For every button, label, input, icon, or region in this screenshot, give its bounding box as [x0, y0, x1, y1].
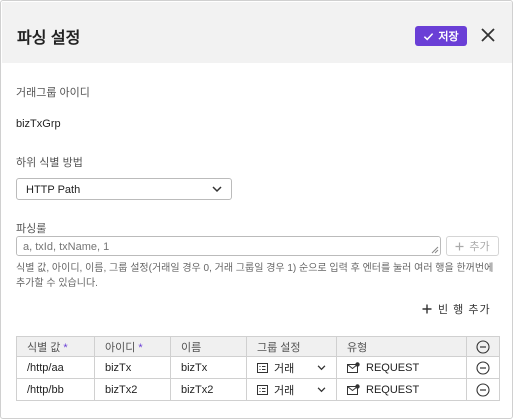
minus-circle-icon[interactable] — [476, 339, 490, 354]
save-button-label: 저장 — [438, 31, 459, 43]
list-icon — [257, 384, 268, 395]
sub-id-method-value: HTTP Path — [26, 184, 81, 196]
chevron-down-icon — [317, 386, 326, 392]
group-setting-select[interactable]: 거래 — [257, 382, 326, 398]
col-name: 이름 — [170, 336, 247, 357]
sub-id-method-select[interactable]: HTTP Path — [16, 178, 232, 200]
add-button[interactable]: 추가 — [446, 236, 499, 256]
col-group-setting: 그룹 설정 — [246, 336, 337, 357]
row-remove — [466, 356, 500, 379]
parsing-rule-input[interactable] — [16, 236, 441, 256]
type-content: REQUEST — [347, 384, 456, 396]
table-header-row: 식별 값 * 아이디 * 이름 그룹 설정 유형 — [16, 336, 500, 357]
help-text: 식별 값, 아이디, 이름, 그룹 설정(거래일 경우 0, 거래 그룹일 경우… — [16, 263, 494, 289]
check-icon — [424, 32, 434, 40]
col-id-label: 아이디 — [105, 341, 136, 354]
col-id-value-label: 식별 값 — [27, 341, 61, 354]
row-group-setting[interactable]: 거래 — [246, 356, 337, 379]
row-group-setting[interactable]: 거래 — [246, 378, 337, 401]
row-id-value[interactable]: /http/aa — [16, 356, 95, 379]
required-mark: * — [138, 341, 143, 354]
group-setting-select[interactable]: 거래 — [257, 360, 326, 376]
parsing-table: 식별 값 * 아이디 * 이름 그룹 설정 유형 /http/aa bizTx bi… — [16, 336, 500, 401]
chevron-down-icon — [212, 186, 222, 193]
plus-icon — [455, 242, 464, 250]
group-id-label: 거래그룹 아이디 — [16, 87, 90, 99]
save-button[interactable]: 저장 — [415, 26, 467, 46]
group-setting-value: 거래 — [274, 384, 295, 397]
row-id-value[interactable]: /http/bb — [16, 378, 95, 401]
group-id-value: bizTxGrp — [16, 118, 61, 130]
row-name[interactable]: bizTx2 — [170, 378, 247, 401]
parsing-settings-dialog: 파싱 설정 저장 거래그룹 아이디 bizTxGrp 하위 식별 방법 HTTP… — [0, 0, 513, 419]
col-type: 유형 — [336, 336, 467, 357]
resize-grip-icon[interactable] — [431, 246, 439, 254]
type-value: REQUEST — [366, 361, 420, 374]
minus-circle-icon[interactable] — [476, 360, 490, 375]
row-id[interactable]: bizTx2 — [94, 378, 171, 401]
mail-icon — [347, 384, 360, 395]
add-empty-row-button[interactable]: 빈 행 추가 — [422, 301, 491, 317]
chevron-down-icon — [317, 364, 326, 370]
close-icon[interactable] — [480, 27, 496, 43]
col-remove — [466, 336, 500, 357]
col-id-value: 식별 값 * — [16, 336, 95, 357]
group-setting-value: 거래 — [274, 362, 295, 375]
dialog-header: 파싱 설정 저장 — [2, 2, 512, 63]
required-mark: * — [63, 341, 68, 354]
row-type: REQUEST — [336, 378, 467, 401]
row-remove — [466, 378, 500, 401]
type-value: REQUEST — [366, 383, 420, 396]
list-icon — [257, 362, 268, 373]
col-id: 아이디 * — [94, 336, 171, 357]
row-id[interactable]: bizTx — [94, 356, 171, 379]
plus-icon — [422, 304, 432, 314]
group-setting-content: 거래 — [257, 382, 294, 398]
add-empty-row-label: 빈 행 추가 — [438, 304, 491, 316]
sub-id-method-label: 하위 식별 방법 — [16, 157, 83, 169]
type-content: REQUEST — [347, 362, 456, 374]
dialog-title: 파싱 설정 — [17, 30, 81, 47]
row-name[interactable]: bizTx — [170, 356, 247, 379]
table-row[interactable]: /http/aa bizTx bizTx 거래 REQUEST — [16, 356, 500, 379]
row-type: REQUEST — [336, 356, 467, 379]
parsing-rule-label: 파싱룰 — [16, 223, 47, 235]
group-setting-content: 거래 — [257, 360, 294, 376]
table-row[interactable]: /http/bb bizTx2 bizTx2 거래 REQUEST — [16, 378, 500, 401]
mail-icon — [347, 362, 360, 373]
minus-circle-icon[interactable] — [476, 382, 490, 397]
add-button-label: 추가 — [469, 241, 490, 253]
